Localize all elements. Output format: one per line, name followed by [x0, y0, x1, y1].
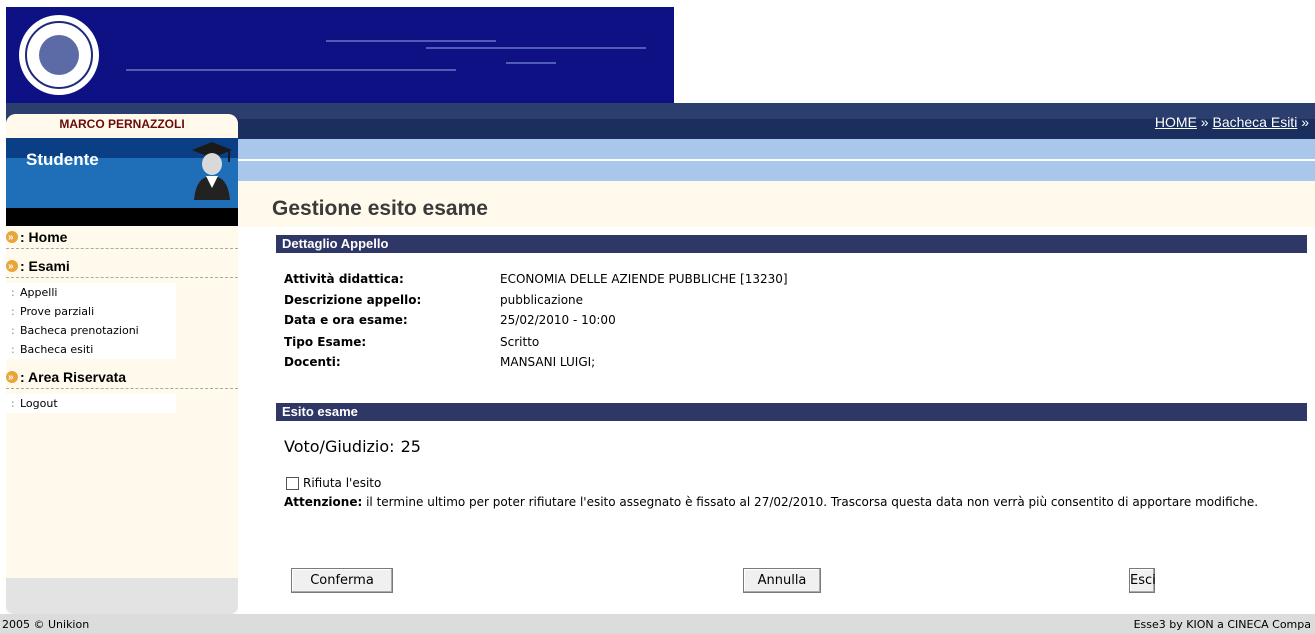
grade-value: 25	[400, 437, 421, 456]
detail-label-data-ora: Data e ora esame:	[284, 313, 408, 327]
sidebar: MARCO PERNAZZOLI Studente : Home : Esami…	[6, 114, 238, 614]
cancel-button[interactable]: Annulla	[743, 568, 821, 593]
footer-copyright: 2005 © Unikion	[2, 618, 90, 631]
breadcrumb-current-link[interactable]: Bacheca Esiti	[1212, 114, 1297, 130]
sidebar-section-area-riservata[interactable]: : Area Riservata	[6, 366, 238, 389]
refuse-checkbox[interactable]	[286, 476, 299, 490]
sidebar-section-label: : Area Riservata	[20, 369, 127, 385]
grade-label: Voto/Giudizio:	[284, 437, 395, 456]
detail-label-descrizione: Descrizione appello:	[284, 293, 422, 307]
sidebar-item-appelli[interactable]: Appelli	[6, 283, 176, 302]
page-title: Gestione esito esame	[272, 197, 488, 220]
sidebar-section-label: : Esami	[20, 258, 70, 274]
section-header-dettaglio-appello: Dettaglio Appello	[276, 235, 1307, 253]
detail-label-docenti: Docenti:	[284, 355, 341, 369]
detail-label-attivita: Attività didattica:	[284, 272, 404, 286]
footer-credits: Esse3 by KION a CINECA Compa	[1133, 618, 1311, 631]
banner-text-decoration	[326, 40, 496, 42]
exit-button[interactable]: Esci	[1129, 568, 1156, 593]
refuse-option: Rifiuta l'esito	[286, 476, 381, 490]
arrow-bullet-icon	[6, 227, 18, 249]
role-label: Studente	[26, 150, 99, 169]
detail-value-attivita: ECONOMIA DELLE AZIENDE PUBBLICHE [13230]	[500, 272, 788, 286]
user-name: MARCO PERNAZZOLI	[6, 114, 238, 138]
sidebar-area-riservata-list: Logout	[6, 394, 176, 413]
sidebar-item-prove-parziali[interactable]: Prove parziali	[6, 302, 176, 321]
detail-value-descrizione: pubblicazione	[500, 293, 584, 307]
university-seal-icon	[19, 15, 99, 95]
sidebar-section-home[interactable]: : Home	[6, 226, 238, 249]
detail-value-tipo-esame: Scritto	[500, 335, 540, 349]
banner-text-decoration	[506, 62, 556, 64]
warning-prefix: Attenzione:	[284, 495, 363, 509]
warning-text: il termine ultimo per poter rifiutare l'…	[366, 495, 1259, 509]
banner-text-decoration	[426, 47, 646, 49]
footer: 2005 © Unikion Esse3 by KION a CINECA Co…	[0, 614, 1315, 634]
breadcrumb: HOME » Bacheca Esiti »	[1155, 114, 1309, 130]
sidebar-item-bacheca-prenotazioni[interactable]: Bacheca prenotazioni	[6, 321, 176, 340]
sidebar-item-bacheca-esiti[interactable]: Bacheca esiti	[6, 340, 176, 359]
detail-value-data-ora: 25/02/2010 - 10:00	[500, 313, 616, 327]
grade-line: Voto/Giudizio: 25	[284, 437, 421, 456]
sub-header-strip	[238, 139, 1315, 181]
breadcrumb-trailing-separator: »	[1301, 114, 1309, 130]
graduate-icon	[192, 142, 232, 200]
breadcrumb-separator: »	[1200, 114, 1209, 130]
confirm-button[interactable]: Conferma	[291, 568, 393, 593]
banner-text-decoration	[126, 69, 456, 71]
arrow-bullet-icon	[6, 256, 18, 278]
breadcrumb-home-link[interactable]: HOME	[1155, 114, 1197, 130]
detail-value-docenti: MANSANI LUIGI;	[500, 355, 596, 369]
sidebar-item-logout[interactable]: Logout	[6, 394, 176, 413]
sidebar-esami-list: Appelli Prove parziali Bacheca prenotazi…	[6, 283, 176, 359]
detail-label-tipo-esame: Tipo Esame:	[284, 335, 367, 349]
sidebar-footer	[6, 578, 238, 614]
section-header-esito-esame: Esito esame	[276, 403, 1307, 421]
deadline-warning: Attenzione: il termine ultimo per poter …	[284, 494, 1284, 511]
arrow-bullet-icon	[6, 367, 18, 389]
sidebar-section-esami[interactable]: : Esami	[6, 255, 238, 278]
sidebar-section-label: : Home	[20, 229, 68, 245]
refuse-label[interactable]: Rifiuta l'esito	[303, 476, 381, 490]
header-banner	[6, 7, 674, 103]
